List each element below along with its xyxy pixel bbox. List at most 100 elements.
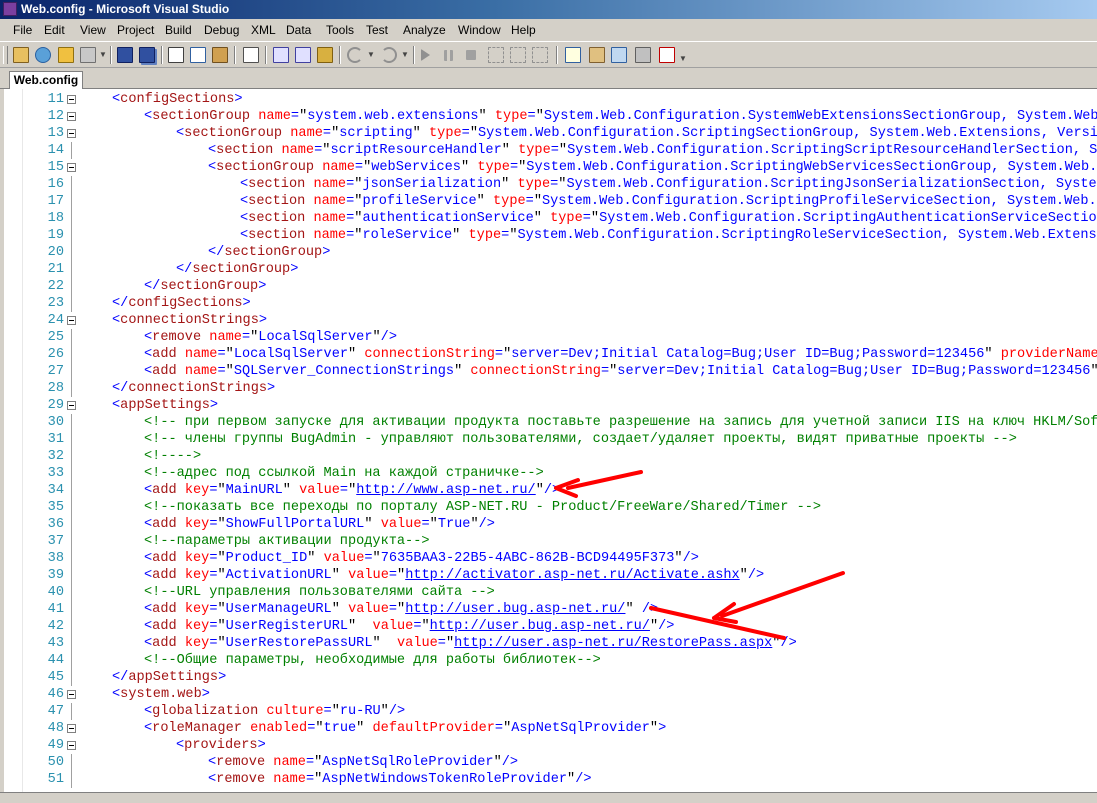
code-line[interactable]: 34 <add key="MainURL" value="http://www.a…: [4, 482, 1097, 499]
code-line[interactable]: 36 <add key="ShowFullPortalURL" value="Tr…: [4, 516, 1097, 533]
code-line[interactable]: 16 <section name="jsonSerialization" type…: [4, 176, 1097, 193]
code-line[interactable]: 23 </configSections>: [4, 295, 1097, 312]
properties-icon[interactable]: [589, 47, 605, 63]
code-line[interactable]: 14 <section name="scriptResourceHandler" …: [4, 142, 1097, 159]
collapse-icon[interactable]: [67, 741, 76, 750]
code-editor[interactable]: 11 <configSections> 12 <sectionGroup name="…: [4, 89, 1097, 792]
open-file-icon[interactable]: [58, 47, 74, 63]
code-line[interactable]: 50 <remove name="AspNetSqlRoleProvider"/>: [4, 754, 1097, 771]
step-out-icon[interactable]: [532, 47, 548, 63]
toolbox-icon[interactable]: [635, 47, 651, 63]
code-line[interactable]: 17 <section name="profileService" type="S…: [4, 193, 1097, 210]
code-line[interactable]: 27 <add name="SQLServer_ConnectionStrings…: [4, 363, 1097, 380]
code-line[interactable]: 35 <!--показать все переходы по порталу A…: [4, 499, 1097, 516]
solution-explorer-icon[interactable]: [80, 47, 96, 63]
url-link[interactable]: http://www.asp-net.ru/: [356, 483, 535, 498]
comment-icon[interactable]: [273, 47, 289, 63]
stop-icon[interactable]: [466, 50, 476, 60]
uncomment-icon[interactable]: [295, 47, 311, 63]
step-into-icon[interactable]: [488, 47, 504, 63]
menu-analyze[interactable]: Analyze: [403, 23, 446, 37]
collapse-icon[interactable]: [67, 112, 76, 121]
menu-tools[interactable]: Tools: [326, 23, 354, 37]
code-line[interactable]: 19 <section name="roleService" type="Syst…: [4, 227, 1097, 244]
find-icon[interactable]: [243, 47, 259, 63]
window-titlebar[interactable]: Web.config - Microsoft Visual Studio: [0, 0, 1097, 19]
code-line[interactable]: 28 </connectionStrings>: [4, 380, 1097, 397]
collapse-icon[interactable]: [67, 724, 76, 733]
code-line[interactable]: 33 <!--адрес под ссылкой Main на каждой с…: [4, 465, 1097, 482]
menu-view[interactable]: View: [80, 23, 106, 37]
code-line[interactable]: 31 <!-- члены группы BugAdmin - управляют…: [4, 431, 1097, 448]
pause-icon[interactable]: [444, 50, 453, 61]
start-debug-icon[interactable]: [421, 49, 430, 61]
code-line[interactable]: 42 <add key="UserRegisterURL" value="http…: [4, 618, 1097, 635]
url-link[interactable]: http://user.bug.asp-net.ru/: [430, 619, 650, 634]
code-line[interactable]: 47 <globalization culture="ru-RU"/>: [4, 703, 1097, 720]
undo-icon[interactable]: [347, 47, 363, 63]
menu-test[interactable]: Test: [366, 23, 388, 37]
save-all-icon[interactable]: [139, 47, 155, 63]
collapse-icon[interactable]: [67, 95, 76, 104]
collapse-icon[interactable]: [67, 401, 76, 410]
url-link[interactable]: http://activator.asp-net.ru/Activate.ash…: [405, 568, 739, 583]
find-in-files-icon[interactable]: [565, 47, 581, 63]
code-line[interactable]: 46 <system.web>: [4, 686, 1097, 703]
collapse-icon[interactable]: [67, 690, 76, 699]
url-link[interactable]: http://user.bug.asp-net.ru/: [405, 602, 625, 617]
code-line[interactable]: 15 <sectionGroup name="webServices" type=…: [4, 159, 1097, 176]
menu-window[interactable]: Window: [458, 23, 501, 37]
code-line[interactable]: 22 </sectionGroup>: [4, 278, 1097, 295]
code-line[interactable]: 30 <!-- при первом запуске для активации …: [4, 414, 1097, 431]
code-line[interactable]: 41 <add key="UserManageURL" value="http:/…: [4, 601, 1097, 618]
paste-icon[interactable]: [212, 47, 228, 63]
chevron-down-icon[interactable]: ▼: [367, 50, 375, 59]
code-line[interactable]: 13 <sectionGroup name="scripting" type="S…: [4, 125, 1097, 142]
toolbar-overflow-icon[interactable]: ▼: [679, 54, 687, 63]
code-line[interactable]: 29 <appSettings>: [4, 397, 1097, 414]
code-line[interactable]: 37 <!--параметры активации продукта-->: [4, 533, 1097, 550]
step-over-icon[interactable]: [510, 47, 526, 63]
url-link[interactable]: http://user.asp-net.ru/RestorePass.aspx: [454, 636, 772, 651]
cut-icon[interactable]: [168, 47, 184, 63]
format-icon[interactable]: [317, 47, 333, 63]
code-line[interactable]: 45 </appSettings>: [4, 669, 1097, 686]
code-line[interactable]: 20 </sectionGroup>: [4, 244, 1097, 261]
code-line[interactable]: 26 <add name="LocalSqlServer" connectionS…: [4, 346, 1097, 363]
code-line[interactable]: 11 <configSections>: [4, 91, 1097, 108]
copy-icon[interactable]: [190, 47, 206, 63]
code-line[interactable]: 32 <!---->: [4, 448, 1097, 465]
code-line[interactable]: 51 <remove name= "AspNetWindowsTokenRolePr…: [4, 771, 1097, 788]
chevron-down-icon[interactable]: ▼: [401, 50, 409, 59]
toolbar-grip[interactable]: [3, 46, 8, 64]
error-list-icon[interactable]: [659, 47, 675, 63]
horizontal-scrollbar[interactable]: [0, 792, 1097, 803]
code-line[interactable]: 24 <connectionStrings>: [4, 312, 1097, 329]
menu-debug[interactable]: Debug: [204, 23, 239, 37]
menu-project[interactable]: Project: [117, 23, 154, 37]
menu-edit[interactable]: Edit: [44, 23, 65, 37]
code-line[interactable]: 39 <add key="ActivationURL" value="http:/…: [4, 567, 1097, 584]
code-line[interactable]: 43 <add key="UserRestorePassURL" value="h…: [4, 635, 1097, 652]
collapse-icon[interactable]: [67, 163, 76, 172]
code-line[interactable]: 21 </sectionGroup>: [4, 261, 1097, 278]
menu-build[interactable]: Build: [165, 23, 192, 37]
new-project-icon[interactable]: [13, 47, 29, 63]
collapse-icon[interactable]: [67, 129, 76, 138]
menu-xml[interactable]: XML: [251, 23, 276, 37]
code-line[interactable]: 25 <remove name="LocalSqlServer"/>: [4, 329, 1097, 346]
chevron-down-icon[interactable]: ▼: [99, 50, 107, 59]
code-line[interactable]: 48 <roleManager enabled="true" defaultPro…: [4, 720, 1097, 737]
object-browser-icon[interactable]: [611, 47, 627, 63]
tab-web-config[interactable]: Web.config: [9, 71, 83, 89]
menu-data[interactable]: Data: [286, 23, 311, 37]
menu-help[interactable]: Help: [511, 23, 536, 37]
collapse-icon[interactable]: [67, 316, 76, 325]
code-line[interactable]: 38 <add key="Product_ID" value="7635BAA3-…: [4, 550, 1097, 567]
add-item-icon[interactable]: [35, 47, 51, 63]
code-line[interactable]: 49 <providers>: [4, 737, 1097, 754]
code-line[interactable]: 18 <section name="authenticationService" …: [4, 210, 1097, 227]
code-line[interactable]: 44 <!--Общие параметры, необходимые для р…: [4, 652, 1097, 669]
code-line[interactable]: 12 <sectionGroup name="system.web.extensi…: [4, 108, 1097, 125]
code-line[interactable]: 40 <!--URL управления пользователями сайт…: [4, 584, 1097, 601]
